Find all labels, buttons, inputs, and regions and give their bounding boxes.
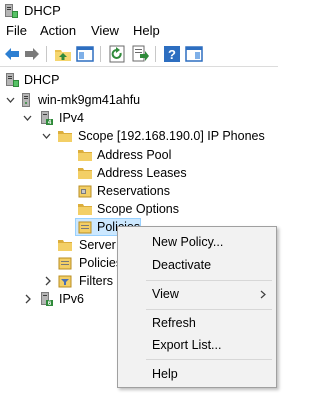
tree-label: IPv4 <box>59 111 85 125</box>
policies-icon <box>58 257 72 270</box>
scope-folder-icon <box>58 131 72 142</box>
help-icon[interactable]: ? <box>162 44 182 64</box>
toolbar-separator <box>100 46 101 62</box>
export-list-icon[interactable] <box>130 44 150 64</box>
menu-help[interactable]: Help <box>132 23 161 39</box>
menu-bar: File Action View Help <box>0 22 278 41</box>
dhcp-root-icon <box>6 73 19 87</box>
menu-separator <box>146 309 272 310</box>
menu-action[interactable]: Action <box>39 23 77 39</box>
menu-file[interactable]: File <box>5 23 28 39</box>
menu-separator <box>146 280 272 281</box>
menu-item-label: Export List... <box>152 338 222 352</box>
up-folder-icon[interactable] <box>53 44 73 64</box>
filters-icon <box>58 275 72 288</box>
ipv6-icon: 6 <box>41 292 53 307</box>
menu-item-export-list[interactable]: Export List... <box>118 335 276 355</box>
properties-icon[interactable] <box>184 44 204 64</box>
tree-label: DHCP <box>24 73 60 87</box>
svg-text:?: ? <box>168 47 176 62</box>
menu-item-new-policy[interactable]: New Policy... <box>118 232 276 252</box>
menu-item-label: View <box>152 287 179 301</box>
dhcp-app-icon <box>5 4 18 18</box>
tree-node-scope-options[interactable]: Scope Options <box>0 200 278 218</box>
menu-item-help[interactable]: Help <box>118 364 276 384</box>
tree-label: Address Pool <box>97 148 172 162</box>
address-leases-folder-icon <box>78 168 92 179</box>
menu-item-refresh[interactable]: Refresh <box>118 313 276 333</box>
menu-item-view[interactable]: View <box>118 284 276 304</box>
tree-label: Scope [192.168.190.0] IP Phones <box>78 129 265 143</box>
server-options-folder-icon <box>58 240 72 251</box>
scope-options-folder-icon <box>78 204 92 215</box>
show-hide-tree-icon[interactable] <box>75 44 95 64</box>
policies-icon <box>78 221 92 234</box>
tree-label: win-mk9gm41ahfu <box>38 93 141 107</box>
chevron-right-icon[interactable] <box>43 272 52 290</box>
back-arrow-icon[interactable] <box>2 44 22 64</box>
tree-node-reservations[interactable]: Reservations <box>0 182 278 200</box>
tree-node-address-pool[interactable]: Address Pool <box>0 146 278 164</box>
tree-label: Policies <box>79 256 123 270</box>
tree-label: Address Leases <box>97 166 187 180</box>
context-menu: New Policy... Deactivate View Refresh Ex… <box>117 226 277 388</box>
chevron-down-icon[interactable] <box>6 91 15 109</box>
submenu-arrow-icon <box>260 290 266 299</box>
refresh-icon[interactable] <box>107 44 127 64</box>
server-icon <box>22 93 30 107</box>
tree-label: Reservations <box>97 184 170 198</box>
menu-item-label: Deactivate <box>152 258 212 272</box>
menu-view[interactable]: View <box>90 23 120 39</box>
chevron-down-icon[interactable] <box>23 109 32 127</box>
ipv4-icon: 4 <box>41 111 53 126</box>
title-bar: DHCP <box>0 0 278 22</box>
tree-label: Filters <box>79 274 114 288</box>
tree-node-server[interactable]: win-mk9gm41ahfu <box>0 91 278 109</box>
reservations-icon <box>78 185 92 198</box>
toolbar-separator <box>155 46 156 62</box>
tree-node-ipv4[interactable]: 4 IPv4 <box>0 109 278 127</box>
tree-node-dhcp[interactable]: DHCP <box>0 71 278 89</box>
window-title: DHCP <box>24 3 61 18</box>
menu-item-label: Refresh <box>152 316 196 330</box>
chevron-right-icon[interactable] <box>23 290 32 308</box>
menu-item-label: Help <box>152 367 178 381</box>
menu-item-deactivate[interactable]: Deactivate <box>118 255 276 275</box>
tree-label: IPv6 <box>59 292 85 306</box>
toolbar-separator <box>46 46 47 62</box>
toolbar: ? <box>0 41 278 67</box>
tree-label: Scope Options <box>97 202 179 216</box>
dhcp-console-window: DHCP File Action View Help ? DHCP win-mk… <box>0 0 278 393</box>
tree-node-scope[interactable]: Scope [192.168.190.0] IP Phones <box>0 127 278 145</box>
address-pool-folder-icon <box>78 150 92 161</box>
menu-item-label: New Policy... <box>152 235 224 249</box>
tree-node-address-leases[interactable]: Address Leases <box>0 164 278 182</box>
menu-separator <box>146 359 272 360</box>
chevron-down-icon[interactable] <box>42 127 51 145</box>
forward-arrow-icon[interactable] <box>22 44 42 64</box>
